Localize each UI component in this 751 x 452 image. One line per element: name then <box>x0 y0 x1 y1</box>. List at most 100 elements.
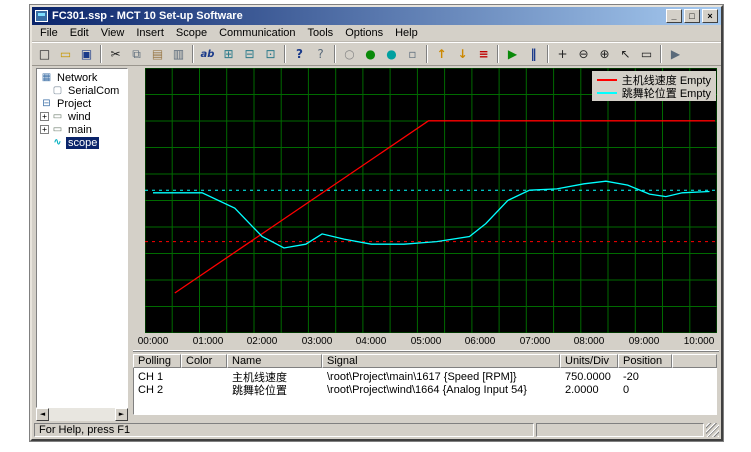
scroll-left-button[interactable]: ◄ <box>36 408 49 421</box>
id-icon: ab <box>201 49 215 60</box>
cut-button[interactable]: ✂ <box>105 44 126 64</box>
copy-button[interactable]: ⧉ <box>126 44 147 64</box>
toolbar-separator <box>284 45 286 63</box>
cursor-arrow-icon: ↖ <box>620 47 630 61</box>
zoom-in-icon: ⊕ <box>599 47 609 61</box>
next-button[interactable]: ▶ <box>665 44 686 64</box>
legend-entry-ch2: 跳舞轮位置 Empty <box>597 86 711 99</box>
table-row-ch2[interactable]: CH 2 跳舞轮位置 \root\Project\wind\1664 {Anal… <box>134 383 716 396</box>
write-to-drive-button[interactable]: ↓ <box>452 44 473 64</box>
menu-scope[interactable]: Scope <box>170 26 213 40</box>
tree-item-serialcom[interactable]: ▢ SerialCom <box>37 84 127 97</box>
menubar: File Edit View Insert Scope Communicatio… <box>32 25 721 42</box>
selection-button[interactable]: ▫ <box>402 44 423 64</box>
save-button[interactable]: ▣ <box>76 44 97 64</box>
cell-unitsdiv: 750.0000 <box>561 371 619 383</box>
scope-start-button[interactable]: ▶ <box>502 44 523 64</box>
up-arrow-icon: ↑ <box>436 47 446 61</box>
menu-edit[interactable]: Edit <box>64 26 95 40</box>
tree-item-project[interactable]: ⊟ Project <box>37 97 127 110</box>
print-button[interactable]: ▥ <box>168 44 189 64</box>
cell-unitsdiv: 2.0000 <box>561 384 619 396</box>
toolbar: □ ▭ ▣ ✂ ⧉ ▤ ▥ ab ⊞ ⊟ ⊡ ? ? ○ ● ● ▫ ↑ ↓ ≡… <box>32 42 721 66</box>
tree-item-network[interactable]: ▦ Network <box>37 71 127 84</box>
zoom-in-button[interactable]: ⊕ <box>594 44 615 64</box>
menu-communication[interactable]: Communication <box>213 26 301 40</box>
minimize-button[interactable]: _ <box>666 9 682 23</box>
cell-name: 跳舞轮位置 <box>228 382 323 398</box>
menu-tools[interactable]: Tools <box>302 26 340 40</box>
expand-plus-icon[interactable]: + <box>40 112 49 121</box>
window-title: FC301.ssp - MCT 10 Set-up Software <box>52 10 662 22</box>
zoom-out-icon: ⊖ <box>578 47 588 61</box>
tree-item-main[interactable]: + ▭ main <box>37 123 127 136</box>
scope-pause-button[interactable]: ‖ <box>523 44 544 64</box>
close-icon: × <box>707 11 712 21</box>
close-button[interactable]: × <box>702 9 718 23</box>
tree-item-label: main <box>66 124 94 136</box>
resize-grip-icon[interactable] <box>706 423 719 437</box>
toolbar-separator <box>334 45 336 63</box>
help-button[interactable]: ? <box>289 44 310 64</box>
scope-plot[interactable]: 主机线速度 Empty 跳舞轮位置 Empty <box>145 68 717 333</box>
scope-plot-svg[interactable] <box>145 68 717 333</box>
open-button[interactable]: ▭ <box>55 44 76 64</box>
cell-position: -20 <box>619 371 673 383</box>
copy-icon: ⧉ <box>132 47 141 62</box>
play-icon: ▶ <box>508 47 517 61</box>
cell-polling: CH 2 <box>134 384 182 396</box>
poll-start-button[interactable]: ● <box>360 44 381 64</box>
titlebar[interactable]: FC301.ssp - MCT 10 Set-up Software _ □ × <box>32 7 721 25</box>
zoom-out-button[interactable]: ⊖ <box>573 44 594 64</box>
scroll-right-button[interactable]: ► <box>115 408 128 421</box>
x-tick: 07:000 <box>520 336 551 347</box>
tree-item-label: SerialCom <box>66 85 121 97</box>
compare-button[interactable]: ≡ <box>473 44 494 64</box>
table-view-button[interactable]: ⊟ <box>239 44 260 64</box>
x-axis: 00:000 01:000 02:000 03:000 04:000 05:00… <box>145 333 717 349</box>
project-icon: ⊟ <box>40 98 53 109</box>
context-help-button[interactable]: ? <box>310 44 331 64</box>
pause-icon: ‖ <box>531 47 537 61</box>
expand-plus-icon[interactable]: + <box>40 125 49 134</box>
menu-view[interactable]: View <box>95 26 131 40</box>
legend-line-sample-cyan <box>597 92 617 94</box>
menu-insert[interactable]: Insert <box>130 26 170 40</box>
maximize-button[interactable]: □ <box>684 9 700 23</box>
open-folder-icon: ▭ <box>60 47 71 61</box>
tree-item-scope[interactable]: ∿ scope <box>37 136 127 149</box>
scrollbar-track[interactable] <box>49 408 115 421</box>
x-tick: 02:000 <box>247 336 278 347</box>
poll-stop-button[interactable]: ● <box>381 44 402 64</box>
tree-item-wind[interactable]: + ▭ wind <box>37 110 127 123</box>
toolbar-separator <box>497 45 499 63</box>
menu-options[interactable]: Options <box>339 26 389 40</box>
grid-view-button[interactable]: ⊞ <box>218 44 239 64</box>
poll-stop-icon: ● <box>386 47 396 61</box>
connect-button[interactable]: ○ <box>339 44 360 64</box>
column-header-signal[interactable]: Signal <box>322 354 560 368</box>
menu-help[interactable]: Help <box>389 26 424 40</box>
column-header-position[interactable]: Position <box>618 354 672 368</box>
zoom-box-button[interactable]: ▭ <box>636 44 657 64</box>
tracking-cursor-button[interactable]: + <box>552 44 573 64</box>
column-header-name[interactable]: Name <box>227 354 322 368</box>
network-icon: ▦ <box>40 72 53 83</box>
column-header-color[interactable]: Color <box>181 354 227 368</box>
scissors-icon: ✂ <box>110 47 120 61</box>
matrix-view-button[interactable]: ⊡ <box>260 44 281 64</box>
status-message: For Help, press F1 <box>34 423 534 437</box>
pointer-button[interactable]: ↖ <box>615 44 636 64</box>
paste-button[interactable]: ▤ <box>147 44 168 64</box>
compare-icon: ≡ <box>478 47 488 61</box>
drive-icon: ▭ <box>51 124 64 135</box>
column-header-polling[interactable]: Polling <box>133 354 181 368</box>
parameter-id-button[interactable]: ab <box>197 44 218 64</box>
table-row-ch1[interactable]: CH 1 主机线速度 \root\Project\main\1617 {Spee… <box>134 370 716 383</box>
column-header-unitsdiv[interactable]: Units/Div <box>560 354 618 368</box>
printer-icon: ▥ <box>173 47 184 61</box>
channel-table-header: Polling Color Name Signal Units/Div Posi… <box>133 354 717 368</box>
new-button[interactable]: □ <box>34 44 55 64</box>
menu-file[interactable]: File <box>34 26 64 40</box>
read-from-drive-button[interactable]: ↑ <box>431 44 452 64</box>
